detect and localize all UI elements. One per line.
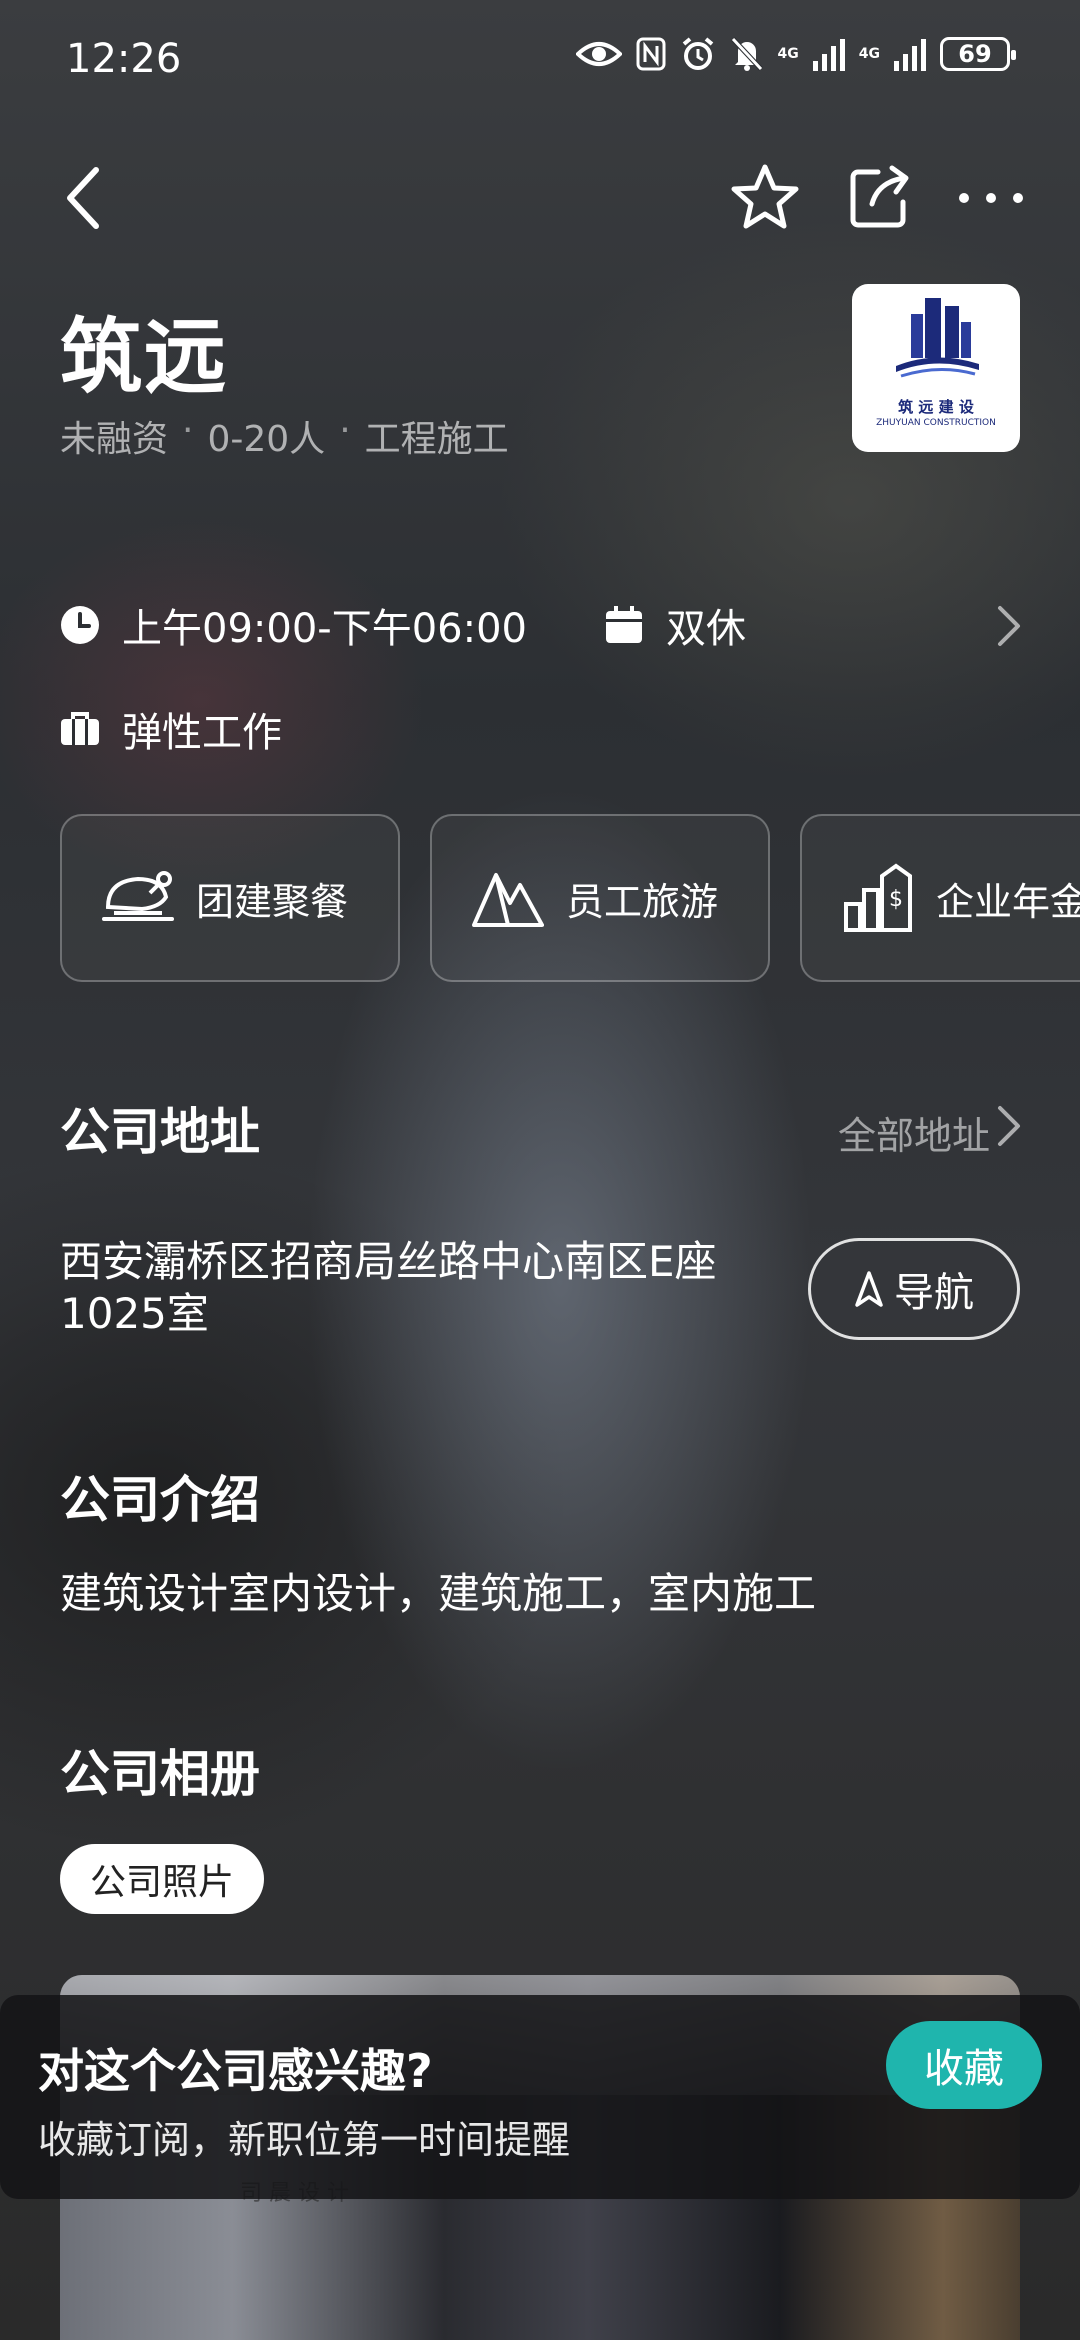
- benefit-label: 团建聚餐: [196, 879, 349, 924]
- work-hours: 上午09:00-下午06:00: [122, 606, 527, 652]
- benefit-tags[interactable]: 团建聚餐 员工旅游 $ 企业年金: [60, 814, 1080, 982]
- star-icon[interactable]: [730, 162, 800, 232]
- status-icons: 4G 4G 69: [575, 36, 1016, 72]
- favorite-button[interactable]: 收藏: [886, 2021, 1042, 2109]
- company-size: 0-20人: [207, 419, 326, 460]
- battery-level: 69: [958, 40, 992, 68]
- calendar-icon: [606, 606, 642, 643]
- company-funding: 未融资: [60, 419, 169, 460]
- chevron-right-icon[interactable]: [996, 1104, 1022, 1148]
- subscribe-banner: 对这个公司感兴趣? 收藏订阅，新职位第一时间提醒 收藏: [0, 1995, 1080, 2199]
- company-address: 西安灞桥区招商局丝路中心南区E座1025室: [60, 1237, 717, 1338]
- navigation-arrow-icon: [855, 1271, 883, 1307]
- logo-english-text: ZHUYUAN CONSTRUCTION: [876, 418, 996, 428]
- company-name: 筑远: [60, 310, 229, 405]
- intro-section-title: 公司介绍: [60, 1471, 260, 1529]
- chevron-left-icon[interactable]: [56, 162, 112, 234]
- battery-icon: 69: [940, 37, 1016, 71]
- rest-row[interactable]: 双休: [604, 596, 746, 654]
- benefit-tag-dinner[interactable]: 团建聚餐: [60, 814, 400, 982]
- banner-title: 对这个公司感兴趣?: [38, 2044, 433, 2098]
- alarm-icon: [682, 37, 713, 70]
- nfc-icon: [636, 37, 666, 71]
- dinner-icon: [102, 871, 174, 921]
- company-industry: 工程施工: [364, 419, 509, 460]
- work-hours-row[interactable]: 上午09:00-下午06:00: [60, 596, 527, 654]
- rest-schedule: 双休: [666, 606, 746, 652]
- clock-icon: [61, 606, 99, 644]
- album-chip-company-photos[interactable]: 公司照片: [60, 1844, 265, 1914]
- mute-icon: [730, 37, 763, 71]
- navigate-label: 导航: [894, 1270, 974, 1316]
- company-meta: 未融资 · 0-20人 · 工程施工: [60, 410, 509, 462]
- banner-subtitle: 收藏订阅，新职位第一时间提醒: [38, 2118, 571, 2162]
- signal-icon: [812, 39, 845, 71]
- company-page: 12:26 4G 4G 69 筑远 未融资 · 0-20人 · 工程施工 筑 远…: [0, 0, 1080, 2340]
- share-icon[interactable]: [848, 164, 912, 230]
- logo-building-icon: [896, 298, 979, 378]
- benefit-label: 员工旅游: [566, 879, 719, 924]
- signal-icon-2: [894, 39, 926, 71]
- more-icon[interactable]: [956, 172, 1026, 224]
- company-logo: 筑 远 建 设 ZHUYUAN CONSTRUCTION: [852, 284, 1020, 452]
- company-intro-text: 建筑设计室内设计，建筑施工，室内施工: [60, 1569, 817, 1618]
- mountain-icon: [472, 873, 544, 927]
- svg-text:$: $: [889, 887, 903, 912]
- network-label-1: 4G: [777, 46, 799, 62]
- eye-icon: [575, 42, 622, 66]
- network-label-2: 4G: [858, 46, 880, 62]
- album-section-title: 公司相册: [60, 1745, 260, 1803]
- work-mode: 弹性工作: [122, 710, 282, 756]
- work-mode-row: 弹性工作: [60, 700, 282, 758]
- see-all-addresses-link[interactable]: 全部地址: [838, 1105, 990, 1160]
- meta-separator: ·: [182, 410, 194, 451]
- meta-separator: ·: [339, 410, 351, 451]
- pension-icon: $: [844, 863, 912, 932]
- navigate-button[interactable]: 导航: [808, 1238, 1020, 1340]
- chevron-right-icon[interactable]: [996, 604, 1022, 648]
- address-section-title: 公司地址: [60, 1103, 260, 1161]
- benefit-tag-travel[interactable]: 员工旅游: [430, 814, 770, 982]
- benefit-tag-pension[interactable]: $ 企业年金: [800, 814, 1080, 982]
- status-time: 12:26: [66, 36, 182, 82]
- briefcase-icon: [61, 712, 99, 745]
- logo-chinese-text: 筑 远 建 设: [898, 398, 974, 416]
- benefit-label: 企业年金: [936, 879, 1080, 924]
